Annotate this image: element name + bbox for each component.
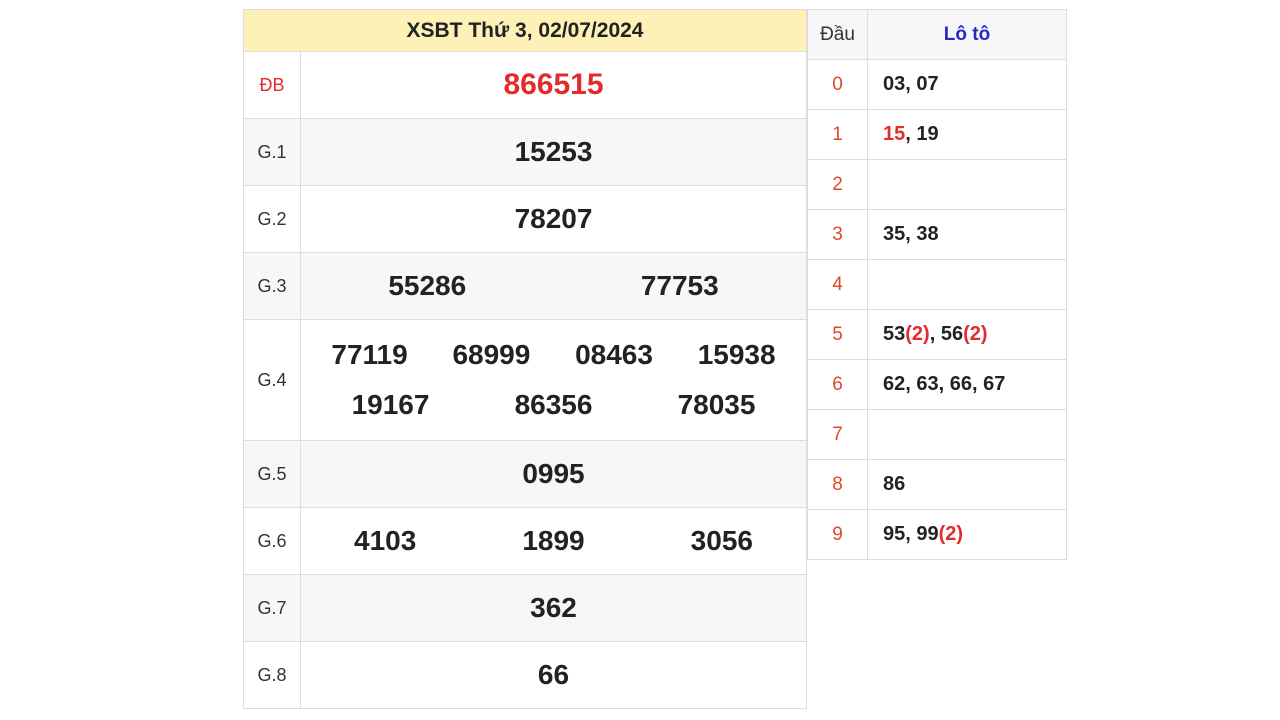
prize-row-g5: G.5 0995 <box>243 440 807 508</box>
loto-number: 53 <box>883 323 906 345</box>
prize-label: G.7 <box>243 574 301 642</box>
dau-digit: 1 <box>807 109 868 160</box>
prize-number: 86356 <box>514 389 593 420</box>
loto-row: 8 86 <box>807 459 1067 510</box>
prize-row-g4: G.4 77119 68999 08463 15938 19167 86356 … <box>243 319 807 441</box>
loto-values: 86 <box>867 459 1067 510</box>
header-dau: Đầu <box>807 9 868 60</box>
prize-number: 78035 <box>677 389 756 420</box>
dau-digit: 8 <box>807 459 868 510</box>
dau-digit: 4 <box>807 259 868 310</box>
lottery-result-table: XSBT Thứ 3, 02/07/2024 ĐB 866515 G.1 152… <box>243 9 807 709</box>
prize-label: G.4 <box>243 319 301 441</box>
loto-number: 86 <box>883 473 906 495</box>
prize-number: 66 <box>537 659 570 690</box>
prize-row-g2: G.2 78207 <box>243 185 807 253</box>
dau-digit: 6 <box>807 359 868 410</box>
prize-number: 19167 <box>351 389 430 420</box>
prize-number: 3056 <box>690 525 753 556</box>
dau-digit: 2 <box>807 159 868 210</box>
prize-number: 77753 <box>640 270 719 301</box>
loto-number: , 56 <box>929 323 964 345</box>
prize-number: 1899 <box>522 525 585 556</box>
loto-row: 2 <box>807 159 1067 210</box>
prize-number: 15938 <box>697 339 776 370</box>
header-loto: Lô tô <box>867 9 1067 60</box>
loto-row: 0 03, 07 <box>807 59 1067 110</box>
dau-digit: 3 <box>807 209 868 260</box>
prize-number: 68999 <box>452 339 531 370</box>
prize-number: 15253 <box>514 136 593 167</box>
loto-values <box>867 159 1067 210</box>
loto-values: 35, 38 <box>867 209 1067 260</box>
prize-number: 77119 <box>331 339 408 370</box>
loto-values: 03, 07 <box>867 59 1067 110</box>
loto-row: 9 95, 99(2) <box>807 509 1067 560</box>
prize-label: G.6 <box>243 507 301 575</box>
loto-highlight: (2) <box>963 323 988 345</box>
loto-values <box>867 259 1067 310</box>
prize-number: 0995 <box>522 458 585 489</box>
loto-row: 1 15, 19 <box>807 109 1067 160</box>
prize-number: 362 <box>530 592 577 623</box>
dau-digit: 9 <box>807 509 868 560</box>
loto-values: 15, 19 <box>867 109 1067 160</box>
prize-row-g6: G.6 4103 1899 3056 <box>243 507 807 575</box>
loto-values: 53(2), 56(2) <box>867 309 1067 360</box>
loto-values: 62, 63, 66, 67 <box>867 359 1067 410</box>
prize-number: 55286 <box>388 270 467 301</box>
prize-label: G.1 <box>243 118 301 186</box>
prize-row-g1: G.1 15253 <box>243 118 807 186</box>
prize-label: G.3 <box>243 252 301 320</box>
prize-label: G.5 <box>243 440 301 508</box>
prize-row-g8: G.8 66 <box>243 641 807 709</box>
prize-number: 866515 <box>503 68 604 101</box>
loto-highlight: (2) <box>938 523 964 545</box>
loto-number: 03, 07 <box>883 73 939 95</box>
loto-row: 7 <box>807 409 1067 460</box>
prize-row-special: ĐB 866515 <box>243 51 807 119</box>
prize-row-g7: G.7 362 <box>243 574 807 642</box>
dau-digit: 0 <box>807 59 868 110</box>
dau-digit: 7 <box>807 409 868 460</box>
prize-number: 78207 <box>514 203 593 234</box>
prize-label: G.8 <box>243 641 301 709</box>
loto-values: 95, 99(2) <box>867 509 1067 560</box>
loto-row: 3 35, 38 <box>807 209 1067 260</box>
loto-highlight: (2) <box>905 323 930 345</box>
dau-digit: 5 <box>807 309 868 360</box>
loto-row: 6 62, 63, 66, 67 <box>807 359 1067 410</box>
prize-number: 08463 <box>575 339 653 370</box>
prize-row-g3: G.3 55286 77753 <box>243 252 807 320</box>
loto-number: 35, 38 <box>883 223 939 245</box>
loto-table: Đầu Lô tô 0 03, 07 1 15, 19 2 3 35, 38 4 5 53(2),… <box>807 9 1067 560</box>
loto-number: 62, 63, 66, 67 <box>883 373 1006 395</box>
loto-row: 4 <box>807 259 1067 310</box>
loto-row: 5 53(2), 56(2) <box>807 309 1067 360</box>
prize-label: ĐB <box>243 51 301 119</box>
prize-number: 4103 <box>354 525 417 556</box>
prize-label: G.2 <box>243 185 301 253</box>
loto-values <box>867 409 1067 460</box>
result-title: XSBT Thứ 3, 02/07/2024 <box>243 9 807 52</box>
loto-number: 95, 99 <box>883 523 939 545</box>
loto-highlight: 15 <box>883 123 906 145</box>
loto-number: , 19 <box>905 123 939 145</box>
